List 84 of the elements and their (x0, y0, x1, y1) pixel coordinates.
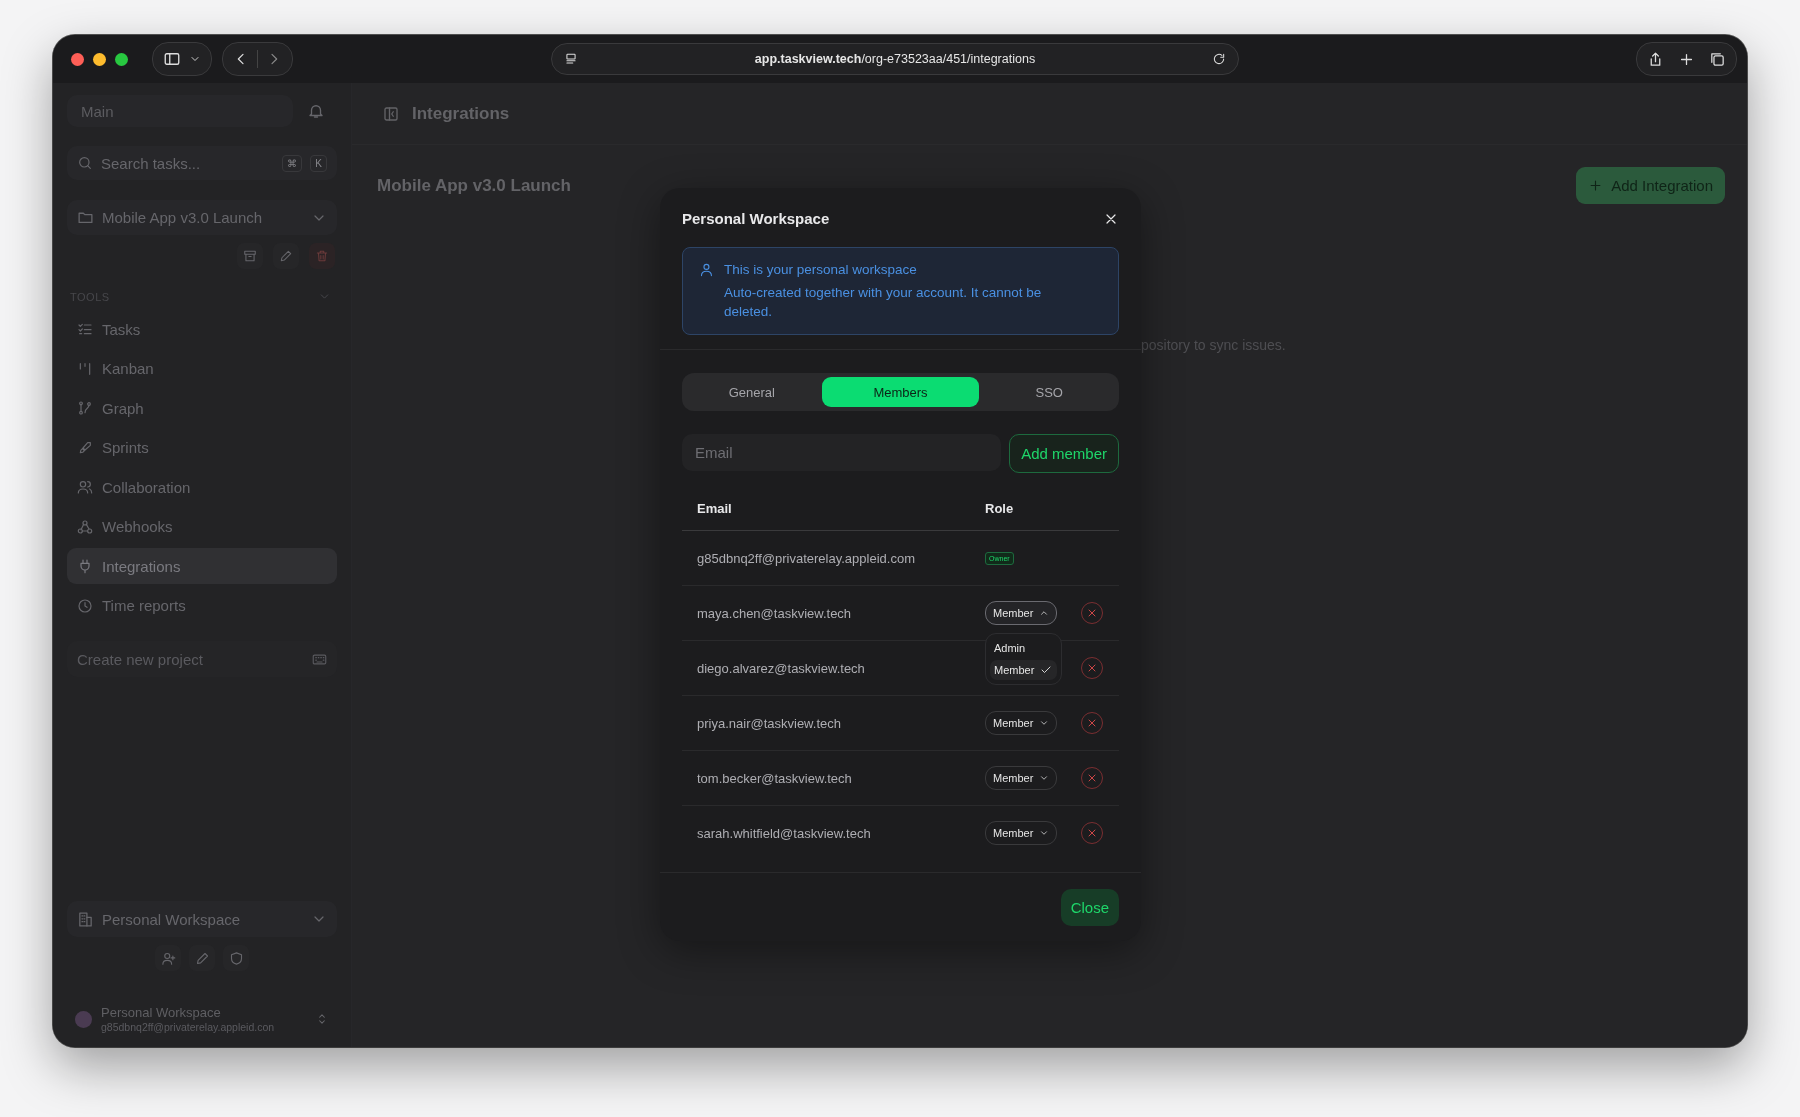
panel-icon[interactable] (382, 104, 400, 123)
bell-icon[interactable] (307, 102, 325, 120)
notice-text: Auto-created together with your account. It cannot be deleted. (723, 284, 1043, 321)
account-name: Personal Workspace (101, 1005, 222, 1020)
archive-icon (243, 249, 257, 263)
add-member-button[interactable]: Add member (1009, 434, 1119, 473)
account-switcher[interactable]: Personal Workspace g85dbnq2ff@privaterelay.appleid.con (67, 1005, 337, 1033)
clock-icon (77, 597, 93, 614)
close-icon (1086, 717, 1098, 729)
chevron-down-icon (1039, 718, 1050, 728)
notice-title: This is your personal workspace (723, 262, 918, 277)
page-title: Integrations (412, 103, 510, 124)
plug-icon (77, 558, 93, 574)
url-text: app.taskview.tech/org-e73523aa/451/integrations (753, 52, 1037, 66)
nav-item[interactable]: Graph (67, 390, 337, 426)
user-icon (699, 262, 714, 278)
reload-icon[interactable] (1212, 52, 1226, 66)
zoom-window-button[interactable] (115, 52, 128, 66)
close-icon (1086, 607, 1098, 619)
menu-option[interactable]: Member (990, 660, 1057, 680)
page-icon (564, 52, 578, 66)
checklist-icon (77, 321, 93, 337)
column-header: Email (697, 500, 733, 516)
option-label: Admin (994, 642, 1026, 654)
tab[interactable]: Members (821, 377, 980, 407)
role-dropdown[interactable]: Member (985, 601, 1058, 625)
search-field[interactable]: Search tasks... ⌘ K (67, 146, 337, 180)
nav-item[interactable]: Time reports (67, 587, 337, 624)
trash-icon (315, 249, 329, 263)
search-icon (77, 155, 93, 171)
nav-item[interactable]: Collaboration (67, 469, 337, 505)
plus-icon (1588, 178, 1604, 193)
option-label: Member (994, 664, 1035, 676)
tabs-icon[interactable] (1709, 50, 1726, 68)
menu-option[interactable]: Admin (990, 638, 1057, 658)
sidebar-icon (163, 50, 181, 68)
dialog-title: Personal Workspace (682, 210, 830, 227)
building-icon (77, 910, 94, 928)
chevron-down-icon (1039, 828, 1050, 838)
role-dropdown[interactable]: Member (985, 711, 1058, 735)
pencil-icon (279, 249, 293, 263)
nav-item[interactable]: Integrations (67, 548, 337, 584)
branch-icon (77, 400, 93, 416)
workspace-select[interactable]: Personal Workspace (67, 901, 337, 937)
user-plus-icon (160, 950, 176, 966)
email-field[interactable]: Email (682, 434, 1002, 471)
nav-item[interactable]: Tasks (67, 311, 337, 347)
member-email: tom.becker@taskview.tech (697, 770, 853, 786)
account-email: g85dbnq2ff@privaterelay.appleid.con (101, 1021, 276, 1033)
role-dropdown[interactable]: Member (985, 821, 1058, 845)
nav-item[interactable]: Webhooks (67, 508, 337, 545)
project-select[interactable]: Mobile App v3.0 Launch (67, 200, 337, 235)
member-email: diego.alvarez@taskview.tech (697, 660, 866, 676)
address-bar[interactable]: app.taskview.tech/org-e73523aa/451/integrations (551, 43, 1239, 75)
shield-icon (228, 950, 244, 966)
pencil-icon (194, 950, 210, 966)
close-icon (1086, 662, 1098, 674)
users-icon (77, 479, 93, 495)
column-header: Role (985, 500, 1015, 516)
member-email: maya.chen@taskview.tech (697, 605, 853, 621)
tab[interactable]: General (686, 377, 818, 407)
close-window-button[interactable] (71, 52, 84, 66)
member-email: g85dbnq2ff@privaterelay.appleid.com (697, 550, 916, 566)
close-button[interactable]: Close (1060, 889, 1119, 926)
shortcut-key: ⌘ (282, 154, 303, 172)
close-icon (1086, 772, 1098, 784)
shortcut-key: K (310, 154, 327, 172)
member-email: sarah.whitfield@taskview.tech (697, 825, 872, 841)
project-title: Mobile App v3.0 Launch (377, 175, 571, 196)
nav-item[interactable]: Kanban (67, 350, 337, 387)
tab[interactable]: SSO (983, 377, 1115, 407)
columns-icon (77, 360, 93, 377)
sidebar-toggle-button[interactable] (152, 42, 212, 76)
member-email: priya.nair@taskview.tech (697, 715, 842, 731)
chevron-down-icon (1039, 773, 1050, 783)
chevron-up-icon (1039, 608, 1050, 618)
role-dropdown[interactable]: Member (985, 766, 1058, 790)
webhook-icon (77, 518, 93, 535)
minimize-window-button[interactable] (93, 52, 106, 66)
nav-item[interactable]: Sprints (67, 429, 337, 466)
close-icon (1086, 827, 1098, 839)
keyboard-icon (312, 651, 327, 667)
check-icon (1040, 664, 1053, 676)
avatar (75, 1010, 92, 1028)
